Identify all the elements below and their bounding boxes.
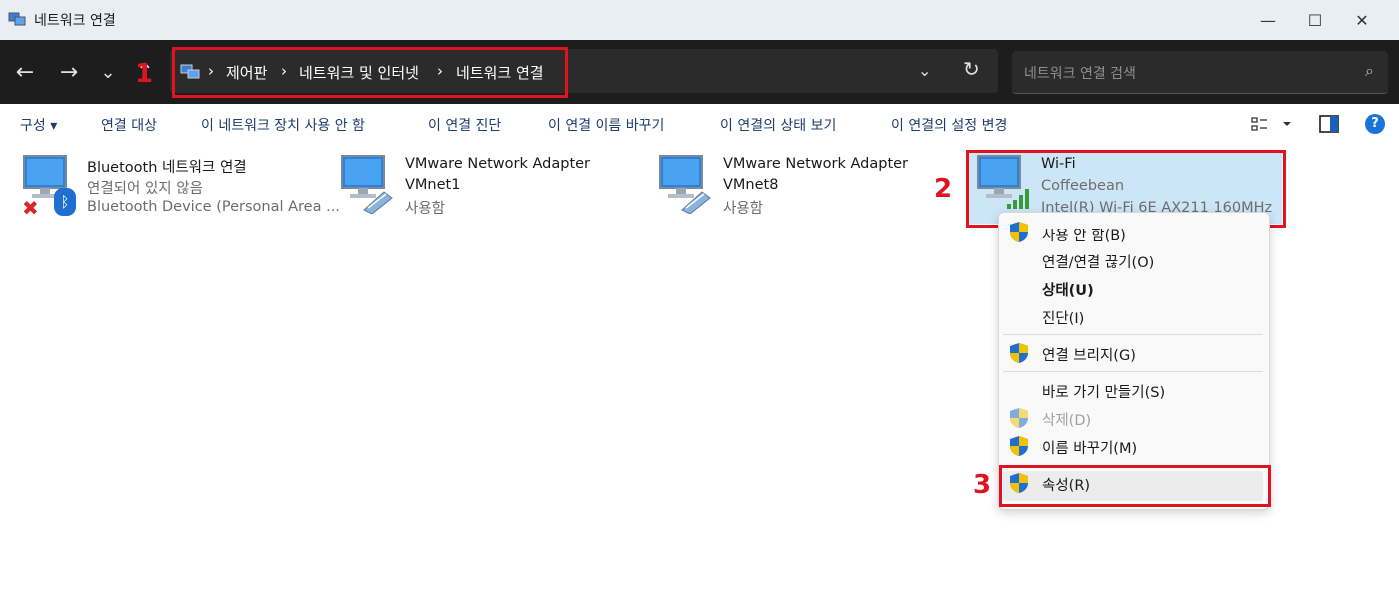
annotation-box-1 xyxy=(172,47,568,98)
recent-locations-button[interactable]: ⌄ xyxy=(94,58,122,86)
preview-pane-icon[interactable] xyxy=(1319,115,1339,133)
adapter-status: 사용함 xyxy=(405,201,446,217)
adapter-name: VMware Network Adapter xyxy=(723,156,909,172)
adapter-network: VMnet8 xyxy=(723,177,779,193)
bluetooth-icon: ᛒ xyxy=(54,188,76,216)
change-settings-command[interactable]: 이 연결의 설정 변경 xyxy=(891,115,1007,135)
back-button[interactable]: ← xyxy=(11,58,39,86)
menu-item-diagnose[interactable]: 진단(I) xyxy=(1042,307,1084,328)
menu-separator xyxy=(1003,334,1263,335)
disable-device-command[interactable]: 이 네트워크 장치 사용 안 함 xyxy=(201,115,365,135)
network-connections-icon xyxy=(8,12,26,26)
organize-menu[interactable]: 구성 ▾ xyxy=(20,115,57,135)
menu-item-bridge[interactable]: 연결 브리지(G) xyxy=(1042,344,1136,365)
search-icon[interactable]: ⌕ xyxy=(1365,61,1374,81)
uac-shield-icon xyxy=(1010,436,1028,456)
rename-command[interactable]: 이 연결 이름 바꾸기 xyxy=(548,115,664,135)
annotation-number-3: 3 xyxy=(973,470,992,500)
uac-shield-icon xyxy=(1010,222,1028,242)
annotation-number-2: 2 xyxy=(934,174,953,204)
adapter-name: VMware Network Adapter xyxy=(405,156,591,172)
adapter-status: 연결되어 있지 않음 xyxy=(87,181,203,197)
menu-item-create-shortcut[interactable]: 바로 가기 만들기(S) xyxy=(1042,381,1165,402)
annotation-number-1: 1 xyxy=(135,59,154,89)
search-input[interactable]: 네트워크 연결 검색 xyxy=(1024,63,1136,83)
adapter-network: VMnet1 xyxy=(405,177,461,193)
maximize-button[interactable]: ☐ xyxy=(1292,0,1338,40)
address-dropdown-button[interactable]: ⌄ xyxy=(918,61,931,80)
disconnected-icon: ✖ xyxy=(22,196,39,220)
diagnose-command[interactable]: 이 연결 진단 xyxy=(428,115,501,135)
menu-separator xyxy=(1003,371,1263,372)
adapter-vmnet1[interactable]: VMware Network Adapter VMnet1 사용함 xyxy=(338,152,638,224)
view-status-command[interactable]: 이 연결의 상태 보기 xyxy=(720,115,836,135)
adapter-status: 사용함 xyxy=(723,201,764,217)
window-title: 네트워크 연결 xyxy=(34,13,116,29)
refresh-button[interactable]: ↻ xyxy=(963,57,980,81)
command-bar: 구성 ▾ 연결 대상 이 네트워크 장치 사용 안 함 이 연결 진단 이 연결… xyxy=(0,104,1399,144)
uac-shield-icon xyxy=(1010,343,1028,363)
menu-item-status[interactable]: 상태(U) xyxy=(1042,279,1094,300)
adapter-device: Bluetooth Device (Personal Area ... xyxy=(87,199,340,215)
minimize-button[interactable]: — xyxy=(1245,0,1291,40)
menu-item-connect-disconnect[interactable]: 연결/연결 끊기(O) xyxy=(1042,251,1154,272)
search-box[interactable]: 네트워크 연결 검색 ⌕ xyxy=(1012,51,1388,94)
uac-shield-icon xyxy=(1010,408,1028,428)
network-adapter-icon xyxy=(659,155,711,214)
adapter-name: Bluetooth 네트워크 연결 xyxy=(87,160,247,176)
connect-to-command[interactable]: 연결 대상 xyxy=(101,115,157,135)
forward-button[interactable]: → xyxy=(55,58,83,86)
annotation-box-3 xyxy=(999,465,1271,507)
menu-item-delete: 삭제(D) xyxy=(1042,413,1092,429)
close-button[interactable]: ✕ xyxy=(1339,0,1385,40)
menu-item-rename[interactable]: 이름 바꾸기(M) xyxy=(1042,437,1137,458)
adapter-bluetooth[interactable]: ✖ ᛒ Bluetooth 네트워크 연결 연결되어 있지 않음 Bluetoo… xyxy=(20,152,340,224)
view-options-icon[interactable] xyxy=(1251,116,1291,132)
menu-item-disable[interactable]: 사용 안 함(B) xyxy=(1042,229,1126,245)
adapter-vmnet8[interactable]: VMware Network Adapter VMnet8 사용함 xyxy=(656,152,956,224)
network-adapter-icon xyxy=(341,155,393,214)
help-button[interactable]: ? xyxy=(1365,114,1385,134)
title-bar: 네트워크 연결 — ☐ ✕ xyxy=(0,0,1399,40)
